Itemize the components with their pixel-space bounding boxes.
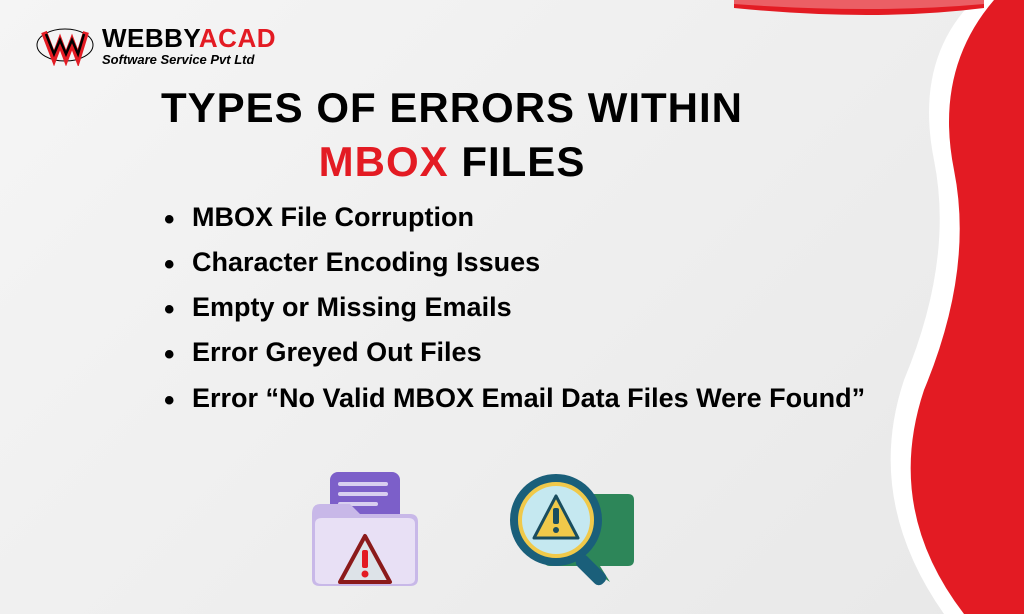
company-logo: WEBBYACAD Software Service Pvt Ltd (36, 24, 276, 66)
list-item: Error Greyed Out Files (160, 333, 884, 372)
main-heading: TYPES OF ERRORS WITHIN MBOX FILES (0, 84, 904, 186)
list-item: Error “No Valid MBOX Email Data Files We… (160, 379, 884, 418)
logo-acad: ACAD (199, 23, 276, 53)
logo-tagline: Software Service Pvt Ltd (102, 53, 276, 66)
top-accent-decoration (734, 0, 984, 25)
list-item: Empty or Missing Emails (160, 288, 884, 327)
logo-mark-icon (36, 24, 94, 66)
heading-mbox: MBOX (319, 138, 449, 185)
error-list: MBOX File Corruption Character Encoding … (160, 198, 884, 424)
magnify-warning-icon (500, 464, 640, 594)
folder-warning-icon (300, 464, 440, 594)
logo-webby: WEBBY (102, 23, 199, 53)
logo-brand-text: WEBBYACAD (102, 25, 276, 51)
icons-row (300, 464, 640, 594)
list-item: Character Encoding Issues (160, 243, 884, 282)
heading-line2: MBOX FILES (0, 138, 904, 186)
heading-line1: TYPES OF ERRORS WITHIN (0, 84, 904, 132)
list-item: MBOX File Corruption (160, 198, 884, 237)
heading-files: FILES (449, 138, 586, 185)
